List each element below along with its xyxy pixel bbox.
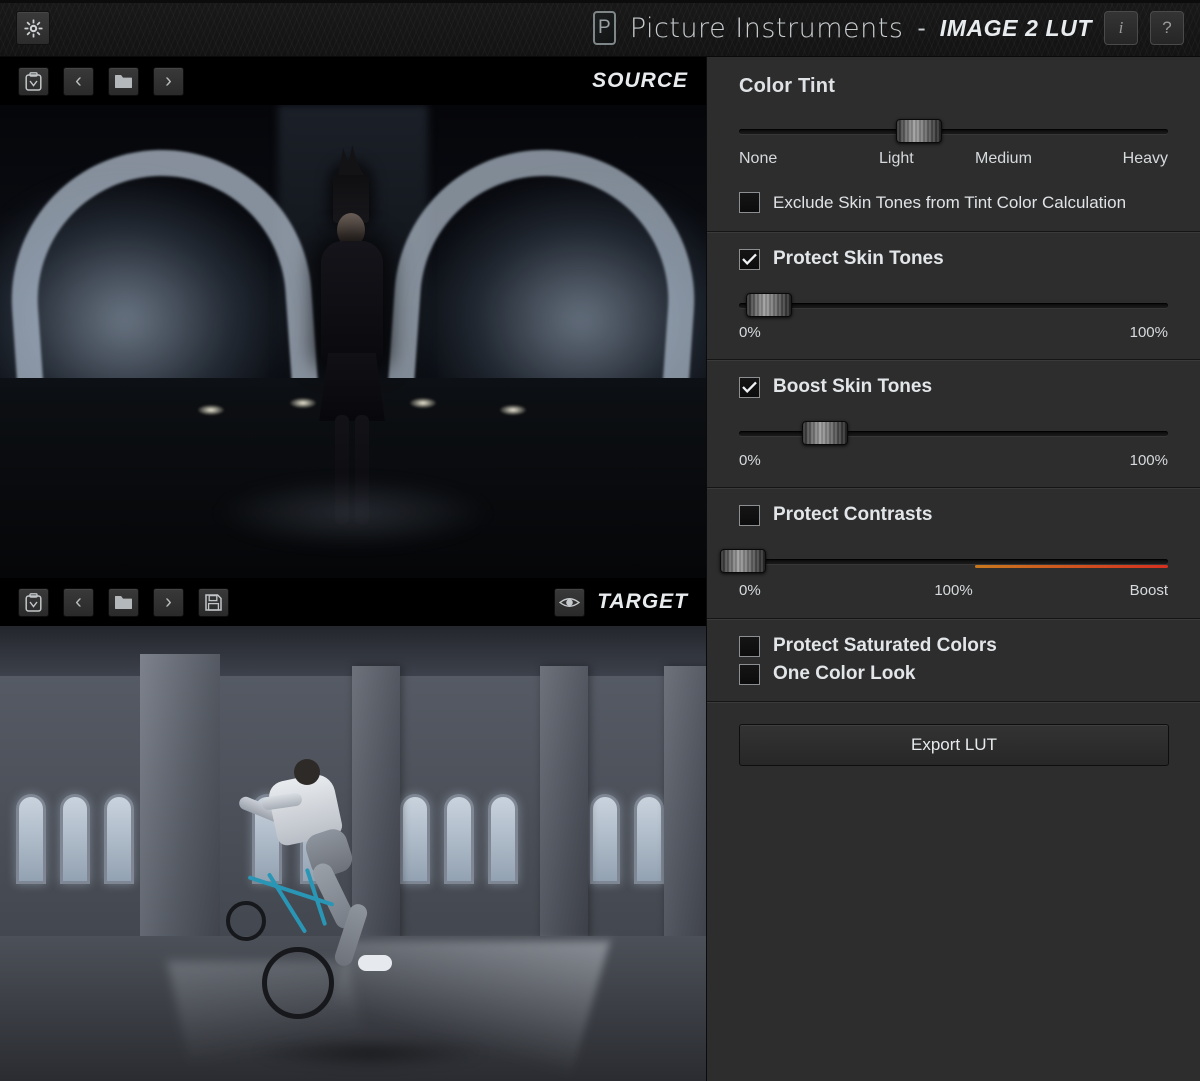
controls-panel: Color Tint None Light Medium Heavy Exclu…: [706, 57, 1200, 1081]
brand-separator: -: [917, 14, 925, 43]
section-extra-options: Protect Saturated Colors One Color Look: [707, 618, 1200, 701]
source-open-folder-button[interactable]: [108, 67, 139, 96]
target-previous-button[interactable]: ‹: [63, 588, 94, 617]
protect-contrasts-checkbox[interactable]: [739, 505, 760, 526]
boost-skin-tones-checkbox[interactable]: [739, 377, 760, 398]
brand-name: Picture Instruments: [630, 13, 904, 44]
protect-skin-tones-range-labels: 0% 100%: [739, 324, 1168, 341]
protect-saturated-colors-checkbox[interactable]: [739, 636, 760, 657]
settings-button[interactable]: [16, 11, 50, 45]
color-tint-tick-labels: None Light Medium Heavy: [739, 150, 1168, 168]
range-max: 100%: [1130, 324, 1168, 341]
range-min: 0%: [739, 324, 761, 341]
target-toolbar: ‹ ›: [0, 578, 706, 626]
source-label-block: SOURCE: [592, 69, 706, 93]
previous-arrow-icon: ‹: [75, 71, 82, 91]
source-load-preset-button[interactable]: [18, 67, 49, 96]
source-next-button[interactable]: ›: [153, 67, 184, 96]
color-tint-title: Color Tint: [739, 75, 1168, 98]
one-color-look-checkbox[interactable]: [739, 664, 760, 685]
section-color-tint: Color Tint None Light Medium Heavy Exclu…: [707, 57, 1200, 231]
protect-skin-tones-slider[interactable]: [739, 298, 1168, 312]
exclude-skin-tones-row[interactable]: Exclude Skin Tones from Tint Color Calcu…: [739, 192, 1168, 213]
source-label: SOURCE: [592, 69, 688, 93]
load-preset-icon: [25, 593, 42, 612]
section-export: Export LUT: [707, 701, 1200, 788]
boost-skin-tones-label: Boost Skin Tones: [773, 376, 932, 398]
boost-range-indicator: [975, 565, 1168, 568]
folder-icon: [114, 595, 133, 610]
save-icon: [205, 594, 222, 611]
target-load-preset-button[interactable]: [18, 588, 49, 617]
section-protect-skin-tones: Protect Skin Tones 0% 100%: [707, 231, 1200, 359]
brand-block: P Picture Instruments - IMAGE 2 LUT: [593, 11, 1092, 45]
gear-icon: [24, 19, 43, 38]
source-artwork: [0, 105, 706, 578]
protect-contrasts-range-labels: 0% 100% Boost: [739, 582, 1168, 600]
source-toolbar: ‹ › SOURCE: [0, 57, 706, 105]
info-button[interactable]: i: [1104, 11, 1138, 45]
tint-tick-light: Light: [879, 150, 914, 168]
range-mid: 100%: [934, 582, 972, 599]
source-image-preview[interactable]: [0, 105, 706, 578]
range-max: Boost: [1130, 582, 1168, 599]
protect-skin-tones-row[interactable]: Protect Skin Tones: [739, 248, 1168, 270]
eye-icon: [559, 596, 580, 609]
protect-skin-tones-slider-handle[interactable]: [746, 293, 792, 317]
target-preview-toggle-button[interactable]: [554, 588, 585, 617]
one-color-look-row[interactable]: One Color Look: [739, 663, 1168, 685]
range-min: 0%: [739, 582, 761, 599]
protect-skin-tones-checkbox[interactable]: [739, 249, 760, 270]
section-protect-contrasts: Protect Contrasts 0% 100% Boost: [707, 487, 1200, 618]
target-save-button[interactable]: [198, 588, 229, 617]
protect-saturated-colors-row[interactable]: Protect Saturated Colors: [739, 635, 1168, 657]
boost-skin-tones-row[interactable]: Boost Skin Tones: [739, 376, 1168, 398]
range-min: 0%: [739, 452, 761, 469]
color-tint-slider-handle[interactable]: [896, 119, 942, 143]
target-open-folder-button[interactable]: [108, 588, 139, 617]
exclude-skin-tones-checkbox[interactable]: [739, 192, 760, 213]
boost-skin-tones-range-labels: 0% 100%: [739, 452, 1168, 469]
target-image-preview[interactable]: [0, 626, 706, 1081]
exclude-skin-tones-label: Exclude Skin Tones from Tint Color Calcu…: [773, 193, 1126, 213]
export-lut-button[interactable]: Export LUT: [739, 724, 1169, 766]
next-arrow-icon: ›: [165, 71, 172, 91]
slider-track: [739, 303, 1168, 308]
app-window: P Picture Instruments - IMAGE 2 LUT i ? …: [0, 0, 1200, 1081]
range-max: 100%: [1130, 452, 1168, 469]
target-label: TARGET: [597, 590, 688, 614]
color-tint-slider[interactable]: [739, 124, 1168, 138]
protect-contrasts-slider-handle[interactable]: [720, 549, 766, 573]
target-artwork: [0, 626, 706, 1081]
one-color-look-label: One Color Look: [773, 663, 916, 685]
help-button[interactable]: ?: [1150, 11, 1184, 45]
tint-tick-none: None: [739, 150, 777, 168]
folder-icon: [114, 74, 133, 89]
protect-contrasts-row[interactable]: Protect Contrasts: [739, 504, 1168, 526]
next-arrow-icon: ›: [165, 592, 172, 612]
target-next-button[interactable]: ›: [153, 588, 184, 617]
slider-track: [739, 559, 1168, 564]
protect-contrasts-slider[interactable]: [739, 554, 1168, 568]
target-subject: [232, 751, 422, 1051]
product-name: IMAGE 2 LUT: [940, 15, 1092, 42]
title-bar-right: P Picture Instruments - IMAGE 2 LUT i ?: [593, 11, 1200, 45]
protect-contrasts-label: Protect Contrasts: [773, 504, 932, 526]
boost-skin-tones-slider-handle[interactable]: [802, 421, 848, 445]
boost-skin-tones-slider[interactable]: [739, 426, 1168, 440]
tint-tick-medium: Medium: [975, 150, 1032, 168]
title-bar: P Picture Instruments - IMAGE 2 LUT i ?: [0, 0, 1200, 57]
slider-track: [739, 129, 1168, 134]
picture-instruments-logo-icon: P: [593, 11, 616, 45]
previous-arrow-icon: ‹: [75, 592, 82, 612]
image-column: ‹ › SOURCE: [0, 57, 706, 1081]
target-label-block: TARGET: [554, 588, 706, 617]
tint-tick-heavy: Heavy: [1123, 150, 1168, 168]
section-boost-skin-tones: Boost Skin Tones 0% 100%: [707, 359, 1200, 487]
protect-skin-tones-label: Protect Skin Tones: [773, 248, 944, 270]
source-previous-button[interactable]: ‹: [63, 67, 94, 96]
load-preset-icon: [25, 72, 42, 91]
protect-saturated-colors-label: Protect Saturated Colors: [773, 635, 997, 657]
